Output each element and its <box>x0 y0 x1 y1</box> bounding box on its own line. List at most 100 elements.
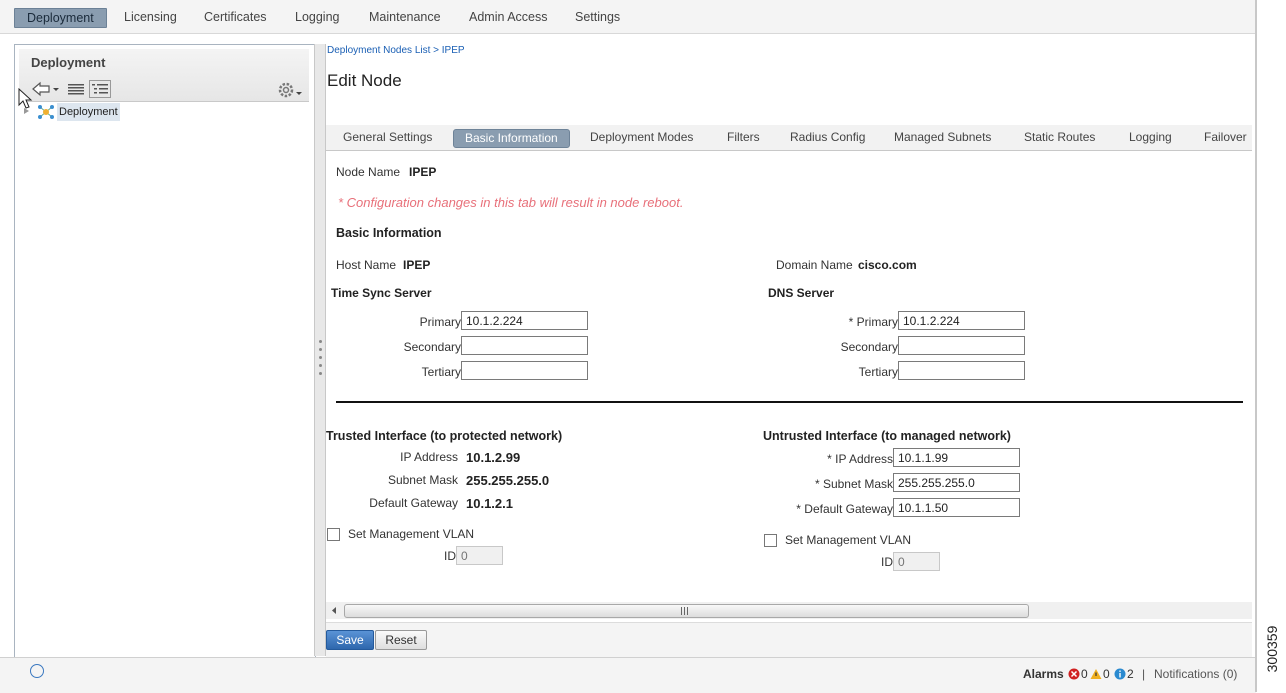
nav-settings[interactable]: Settings <box>563 8 632 26</box>
left-panel: Deployment Deployment <box>14 44 316 658</box>
dns-server-heading: DNS Server <box>768 286 835 300</box>
deployment-network-icon <box>38 105 54 119</box>
button-bar <box>326 622 1252 657</box>
domain-name-label: Domain Name <box>776 258 853 272</box>
time-sync-tertiary-input[interactable] <box>461 361 588 380</box>
trusted-vlan-checkbox[interactable] <box>327 528 340 541</box>
untrusted-vlan-id-label: ID <box>881 555 893 569</box>
untrusted-interface-heading: Untrusted Interface (to managed network) <box>763 429 1011 443</box>
top-nav-bar: Deployment Licensing Certificates Loggin… <box>0 0 1256 34</box>
dns-primary-label: * Primary <box>848 315 898 329</box>
time-sync-primary-input[interactable] <box>461 311 588 330</box>
trusted-ip-label: IP Address <box>400 450 458 464</box>
status-separator: | <box>1142 667 1146 681</box>
trusted-vlan-id-input[interactable] <box>456 546 503 565</box>
critical-alarm-count: 0 <box>1081 667 1088 681</box>
trusted-mask-label: Subnet Mask <box>387 473 458 487</box>
breadcrumb[interactable]: Deployment Nodes List > IPEP <box>327 45 465 56</box>
nav-certificates[interactable]: Certificates <box>192 8 279 26</box>
nav-logging[interactable]: Logging <box>283 8 352 26</box>
tab-managed-subnets[interactable]: Managed Subnets <box>883 129 1002 146</box>
info-alarm-icon[interactable] <box>1114 668 1126 680</box>
status-bar: Alarms 0 0 2 | Notifications (0) <box>0 657 1256 693</box>
splitter-grip <box>319 340 322 343</box>
time-sync-tertiary-label: Tertiary <box>421 365 461 379</box>
time-sync-heading: Time Sync Server <box>331 286 432 300</box>
node-name-value: IPEP <box>409 165 437 179</box>
tree-node-label: Deployment <box>57 103 120 121</box>
time-sync-secondary-label: Secondary <box>403 340 461 354</box>
mouse-cursor-icon <box>18 88 33 109</box>
tab-static-routes[interactable]: Static Routes <box>1013 129 1106 146</box>
nav-licensing[interactable]: Licensing <box>112 8 189 26</box>
trusted-vlan-id-label: ID <box>444 549 456 563</box>
splitter-grip <box>319 348 322 351</box>
status-left-icon <box>30 664 44 678</box>
alarms-label[interactable]: Alarms <box>1023 667 1064 681</box>
tab-logging[interactable]: Logging <box>1118 129 1183 146</box>
dns-secondary-input[interactable] <box>898 336 1025 355</box>
warning-alarm-count: 0 <box>1103 667 1110 681</box>
left-panel-header: Deployment <box>19 49 309 102</box>
tree-view-icon[interactable] <box>89 80 111 98</box>
scrollbar-thumb[interactable] <box>344 604 1029 618</box>
untrusted-gateway-input[interactable] <box>893 498 1020 517</box>
info-alarm-count: 2 <box>1127 667 1134 681</box>
tab-deployment-modes[interactable]: Deployment Modes <box>579 129 704 146</box>
dns-secondary-label: Secondary <box>840 340 898 354</box>
trusted-gateway-value: 10.1.2.1 <box>466 496 513 511</box>
horizontal-scrollbar[interactable] <box>326 602 1252 619</box>
tab-bar: General Settings Basic Information Deplo… <box>326 125 1252 151</box>
untrusted-vlan-id-input[interactable] <box>893 552 940 571</box>
nav-maintenance[interactable]: Maintenance <box>357 8 453 26</box>
trusted-vlan-label: Set Management VLAN <box>348 527 475 541</box>
untrusted-ip-label: * IP Address <box>827 452 893 466</box>
save-button[interactable]: Save <box>326 630 374 650</box>
nav-deployment[interactable]: Deployment <box>14 8 107 28</box>
figure-number: 300359 <box>1264 625 1280 673</box>
reboot-warning: * Configuration changes in this tab will… <box>338 195 684 210</box>
trusted-ip-value: 10.1.2.99 <box>466 450 521 465</box>
time-sync-primary-label: Primary <box>419 315 461 329</box>
splitter-grip <box>319 372 322 375</box>
gear-dropdown-icon[interactable] <box>277 81 305 99</box>
tab-failover[interactable]: Failover <box>1193 129 1258 146</box>
tab-basic-information[interactable]: Basic Information <box>453 129 570 148</box>
untrusted-vlan-checkbox[interactable] <box>764 534 777 547</box>
scroll-grip-icon <box>681 607 688 615</box>
critical-alarm-icon[interactable] <box>1068 668 1080 680</box>
basic-information-heading: Basic Information <box>336 226 442 240</box>
dns-tertiary-label: Tertiary <box>858 365 898 379</box>
warning-alarm-icon[interactable] <box>1090 668 1102 680</box>
splitter-grip <box>319 356 322 359</box>
figure-number-container: 300359 <box>1262 616 1282 682</box>
left-panel-title: Deployment <box>31 55 106 70</box>
dns-tertiary-input[interactable] <box>898 361 1025 380</box>
notifications-link[interactable]: Notifications (0) <box>1154 667 1254 681</box>
tab-filters[interactable]: Filters <box>716 129 771 146</box>
list-view-icon[interactable] <box>67 82 85 96</box>
untrusted-mask-label: * Subnet Mask <box>814 477 893 491</box>
scroll-left-arrow-icon[interactable] <box>330 606 338 615</box>
section-divider <box>336 401 1243 403</box>
nav-admin-access[interactable]: Admin Access <box>457 8 560 26</box>
splitter-grip <box>319 364 322 367</box>
back-arrow-dropdown-icon[interactable] <box>31 81 61 97</box>
time-sync-secondary-input[interactable] <box>461 336 588 355</box>
reset-button[interactable]: Reset <box>375 630 427 650</box>
panel-splitter[interactable] <box>314 44 326 656</box>
tab-radius-config[interactable]: Radius Config <box>779 129 876 146</box>
tab-general-settings[interactable]: General Settings <box>332 129 443 146</box>
untrusted-ip-input[interactable] <box>893 448 1020 467</box>
dns-primary-input[interactable] <box>898 311 1025 330</box>
window-edge <box>1255 0 1257 692</box>
page-title: Edit Node <box>327 71 402 90</box>
trusted-mask-value: 255.255.255.0 <box>466 473 550 488</box>
untrusted-gateway-label: * Default Gateway <box>796 502 893 516</box>
node-name-label: Node Name <box>336 165 401 179</box>
host-name-label: Host Name <box>336 258 397 272</box>
untrusted-mask-input[interactable] <box>893 473 1020 492</box>
domain-name-value: cisco.com <box>858 258 917 272</box>
trusted-interface-heading: Trusted Interface (to protected network) <box>326 429 563 443</box>
trusted-gateway-label: Default Gateway <box>369 496 458 510</box>
